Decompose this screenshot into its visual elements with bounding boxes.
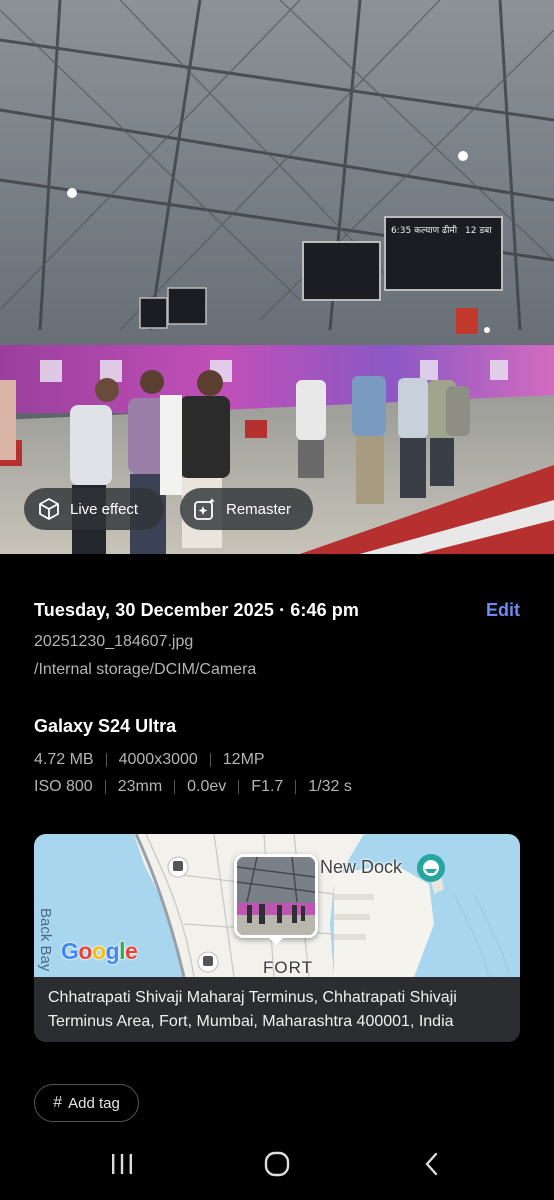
divider — [105, 753, 107, 767]
back-button[interactable] — [402, 1144, 462, 1184]
back-icon — [425, 1152, 438, 1176]
megapixels: 12MP — [222, 751, 265, 768]
photo-datetime: Tuesday, 30 December 2025 · 6:46 pm — [34, 599, 359, 620]
add-tag-button[interactable]: # Add tag — [34, 1084, 139, 1122]
photo-location-thumbnail[interactable] — [234, 854, 318, 938]
file-size: 4.72 MB — [34, 751, 94, 768]
focal-length: 23mm — [117, 778, 163, 795]
remaster-icon — [192, 496, 218, 522]
thumbnail-graphic — [237, 857, 315, 935]
divider — [209, 753, 211, 767]
google-logo: Google — [61, 938, 138, 965]
recent-apps-button[interactable] — [92, 1144, 152, 1184]
live-effect-label: Live effect — [70, 500, 139, 518]
divider — [174, 780, 176, 794]
google-letter: e — [124, 938, 138, 964]
google-letter: G — [61, 938, 79, 964]
google-letter: o — [78, 938, 92, 964]
live-effect-button[interactable]: Live effect — [24, 488, 164, 530]
google-letter: g — [105, 938, 120, 964]
train-station-pin — [197, 951, 219, 973]
map-label-fort: FORT — [263, 958, 313, 977]
shutter-speed: 1/32 s — [308, 778, 352, 795]
ferry-pin — [417, 854, 445, 882]
hash-icon: # — [53, 1094, 63, 1111]
board-line-1: 6:35 कल्याण ढीमी — [391, 224, 458, 236]
google-letter: o — [91, 938, 106, 964]
recent-apps-icon — [112, 1154, 132, 1174]
home-icon — [264, 1151, 290, 1177]
aperture: F1.7 — [251, 778, 284, 795]
thumbnail-pointer — [267, 936, 285, 945]
photo-details: Tuesday, 30 December 2025 · 6:46 pm Edit… — [34, 596, 520, 682]
edit-datetime-button[interactable]: Edit — [486, 600, 520, 621]
camera-device: Galaxy S24 Ultra — [34, 716, 177, 736]
map-label-new-dock: New Dock — [320, 857, 403, 877]
remaster-label: Remaster — [226, 500, 292, 518]
exposure-value: 0.0ev — [187, 778, 227, 795]
add-tag-label: Add tag — [68, 1094, 120, 1112]
station-photo: 6:35 कल्याण ढीमी 12 डबा — [0, 0, 554, 554]
board-line-2: 12 डबा — [465, 226, 492, 236]
resolution: 4000x3000 — [118, 751, 198, 768]
system-navigation-bar — [0, 1130, 554, 1200]
remaster-button[interactable]: Remaster — [180, 488, 313, 530]
photo-viewer[interactable]: 6:35 कल्याण ढीमी 12 डबा Live effect Rema… — [0, 0, 554, 554]
divider — [238, 780, 240, 794]
iso: ISO 800 — [34, 778, 93, 795]
location-map[interactable]: New Dock FORT Back Bay Google — [34, 834, 520, 977]
train-station-pin — [167, 856, 189, 878]
photo-filename: 20251230_184607.jpg — [34, 633, 194, 650]
exposure-specs: ISO 800 23mm 0.0ev F1.7 1/32 s — [34, 775, 352, 799]
home-button[interactable] — [247, 1144, 307, 1184]
divider — [104, 780, 106, 794]
photo-path: /Internal storage/DCIM/Camera — [34, 661, 257, 678]
location-address: Chhatrapati Shivaji Maharaj Terminus, Ch… — [34, 977, 520, 1042]
location-card[interactable]: New Dock FORT Back Bay Google Chhatrapat… — [34, 834, 520, 1042]
live-effect-icon — [36, 496, 62, 522]
file-specs: 4.72 MB 4000x3000 12MP — [34, 748, 265, 772]
divider — [295, 780, 297, 794]
map-label-bay: Back Bay — [37, 908, 54, 972]
